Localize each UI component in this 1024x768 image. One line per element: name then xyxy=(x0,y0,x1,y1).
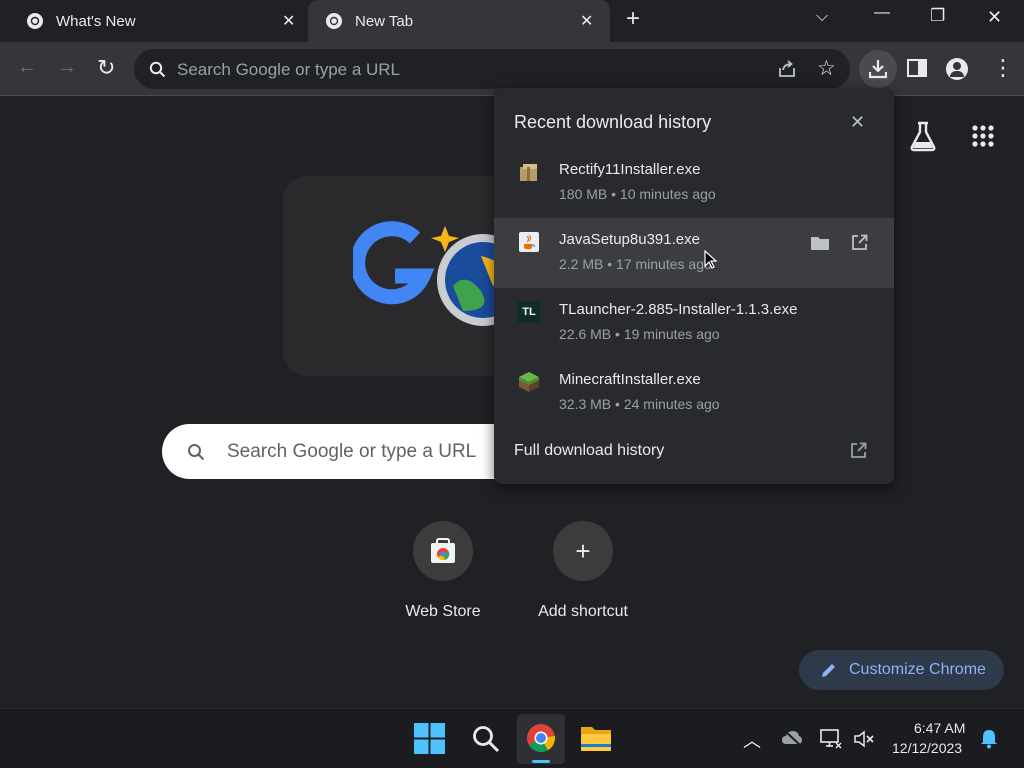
download-item[interactable]: MinecraftInstaller.exe 32.3 MB • 24 minu… xyxy=(494,358,894,428)
shortcut-label: Web Store xyxy=(405,603,481,620)
taskbar-chrome-button[interactable] xyxy=(517,714,565,764)
forward-icon[interactable]: → xyxy=(57,56,77,79)
close-window-icon[interactable]: ✕ xyxy=(987,7,1002,28)
webstore-icon xyxy=(431,538,455,563)
tab-search-chevron-icon[interactable]: ⌵ xyxy=(816,8,828,26)
side-panel-icon[interactable] xyxy=(907,59,927,77)
tab-title: New Tab xyxy=(355,12,414,30)
tab-close-icon[interactable]: ✕ xyxy=(282,11,295,31)
labs-flask-icon[interactable] xyxy=(908,120,938,152)
plus-icon: + xyxy=(553,521,613,581)
clock-date[interactable]: 12/12/2023 xyxy=(892,740,962,756)
taskbar: ︿ 6:47 AM 12/12/2023 xyxy=(0,708,1024,768)
download-bubble-title: Recent download history xyxy=(514,112,712,132)
apps-grid-icon[interactable] xyxy=(971,124,995,148)
tab-close-icon[interactable]: ✕ xyxy=(580,11,593,31)
customize-chrome-button[interactable]: Customize Chrome xyxy=(799,650,1004,690)
java-icon xyxy=(519,232,539,252)
shortcut-label: Add shortcut xyxy=(538,603,628,620)
omnibox[interactable]: Search Google or type a URL ☆ xyxy=(134,49,850,89)
download-meta: 22.6 MB • 19 minutes ago xyxy=(559,326,720,342)
download-filename: TLauncher-2.885-Installer-1.1.3.exe xyxy=(559,301,798,318)
download-filename: Rectify11Installer.exe xyxy=(559,161,701,178)
onedrive-offline-icon[interactable] xyxy=(781,729,803,747)
download-bubble: Recent download history ✕ Rectify11Insta… xyxy=(494,88,894,484)
file-explorer-icon[interactable] xyxy=(580,724,612,752)
download-filename: MinecraftInstaller.exe xyxy=(559,371,701,388)
close-icon[interactable]: ✕ xyxy=(850,112,865,133)
tab-strip: What's New ✕ New Tab ✕ + ⌵ — ❐ ✕ xyxy=(0,0,1024,42)
full-download-history-link[interactable]: Full download history xyxy=(514,442,664,460)
search-icon[interactable] xyxy=(472,725,500,753)
open-external-icon[interactable] xyxy=(850,442,867,459)
tray-overflow-chevron-icon[interactable]: ︿ xyxy=(743,727,761,753)
notification-bell-icon[interactable] xyxy=(979,728,999,749)
menu-kebab-icon[interactable]: ⋮ xyxy=(992,55,1014,81)
volume-muted-icon[interactable] xyxy=(853,730,875,748)
download-meta: 180 MB • 10 minutes ago xyxy=(559,186,716,202)
downloads-button[interactable] xyxy=(859,50,897,88)
active-indicator xyxy=(532,760,550,763)
download-item[interactable]: JavaSetup8u391.exe 2.2 MB • 17 minutes a… xyxy=(494,218,894,288)
shortcut-web-store[interactable]: Web Store xyxy=(373,521,513,621)
show-in-folder-icon[interactable] xyxy=(810,235,830,251)
search-icon xyxy=(188,444,205,461)
profile-avatar-icon[interactable] xyxy=(946,58,968,80)
mouse-cursor-icon xyxy=(704,250,718,269)
package-icon xyxy=(520,164,537,181)
download-meta: 32.3 MB • 24 minutes ago xyxy=(559,396,720,412)
shortcut-tile xyxy=(413,521,473,581)
new-tab-plus-icon[interactable]: + xyxy=(626,5,640,33)
network-icon[interactable] xyxy=(820,729,842,749)
pencil-icon xyxy=(822,664,835,677)
reload-icon[interactable]: ↻ xyxy=(97,55,115,81)
tab-title: What's New xyxy=(56,12,136,30)
download-icon xyxy=(869,60,887,79)
bookmark-star-icon[interactable]: ☆ xyxy=(817,56,836,81)
tab-new-tab[interactable]: New Tab ✕ xyxy=(308,0,610,42)
back-icon[interactable]: ← xyxy=(17,56,37,79)
download-meta: 2.2 MB • 17 minutes ago xyxy=(559,256,712,272)
minecraft-icon xyxy=(519,372,539,392)
ntp-search-placeholder: Search Google or type a URL xyxy=(227,441,477,462)
download-item[interactable]: TL TLauncher-2.885-Installer-1.1.3.exe 2… xyxy=(494,288,894,358)
share-icon[interactable] xyxy=(777,60,797,78)
minimize-icon[interactable]: — xyxy=(874,4,890,22)
tab-whats-new[interactable]: What's New ✕ xyxy=(0,0,308,42)
tlauncher-icon: TL xyxy=(518,301,540,323)
chrome-icon xyxy=(527,724,556,752)
chrome-favicon-icon xyxy=(326,13,342,29)
shortcut-add[interactable]: + Add shortcut xyxy=(513,521,653,621)
download-item[interactable]: Rectify11Installer.exe 180 MB • 10 minut… xyxy=(494,148,894,218)
restore-icon[interactable]: ❐ xyxy=(930,6,945,26)
chrome-favicon-icon xyxy=(27,13,43,29)
customize-label: Customize Chrome xyxy=(849,661,986,678)
clock-time[interactable]: 6:47 AM xyxy=(914,720,965,736)
open-external-icon[interactable] xyxy=(851,234,868,251)
download-filename: JavaSetup8u391.exe xyxy=(559,231,700,248)
windows-start-icon[interactable] xyxy=(414,723,445,754)
search-icon xyxy=(149,61,166,78)
omnibox-placeholder: Search Google or type a URL xyxy=(177,60,401,79)
